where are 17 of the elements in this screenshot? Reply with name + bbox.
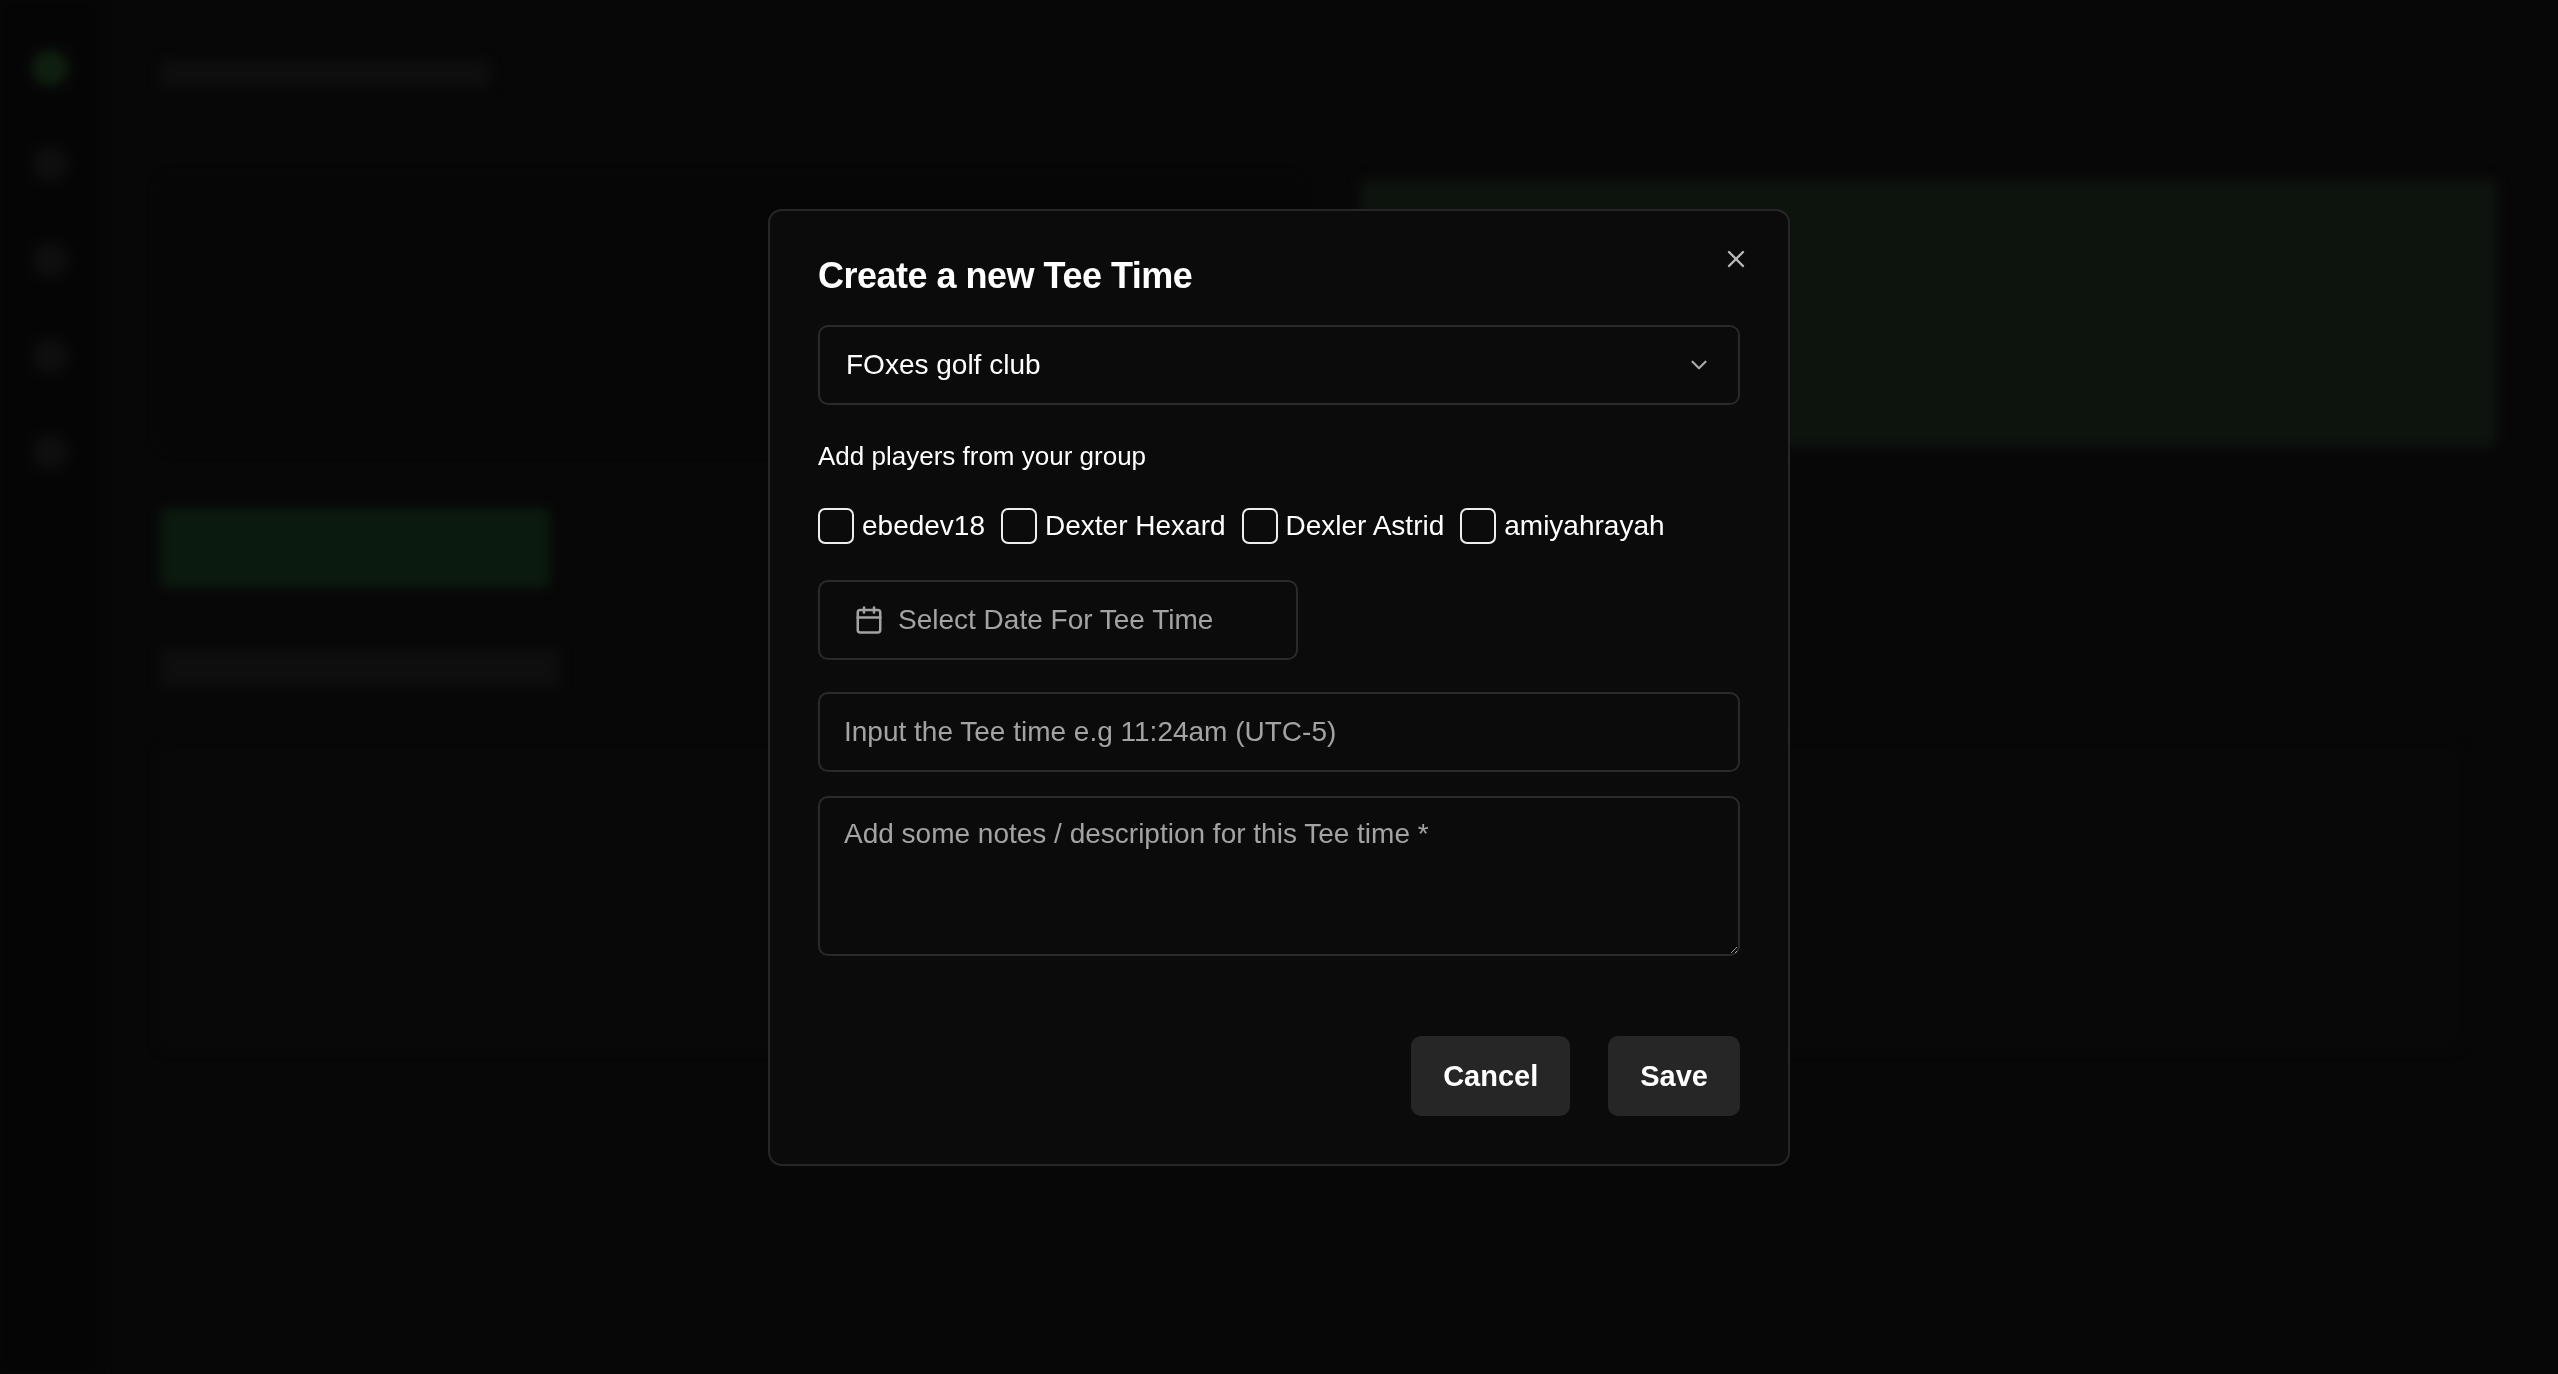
- tee-time-input[interactable]: Input the Tee time e.g 11:24am (UTC-5): [818, 692, 1740, 772]
- date-picker-button[interactable]: Select Date For Tee Time: [818, 580, 1298, 660]
- calendar-icon: [854, 605, 884, 635]
- player-name: Dexler Astrid: [1285, 510, 1445, 542]
- dialog-title: Create a new Tee Time: [818, 255, 1194, 297]
- players-label: Add players from your group: [818, 441, 1148, 472]
- player-name: Dexter Hexard: [1045, 510, 1226, 542]
- player-checkbox[interactable]: [1241, 508, 1278, 544]
- player-checkbox[interactable]: [818, 508, 854, 544]
- cancel-button[interactable]: Cancel: [1411, 1036, 1571, 1116]
- player-checkbox[interactable]: [1001, 508, 1037, 544]
- notes-textarea[interactable]: Add some notes / description for this Tee time *: [818, 796, 1740, 956]
- player-name: amiyahrayah: [1504, 510, 1665, 542]
- player-name: ebedev18: [862, 510, 985, 542]
- save-button[interactable]: Save: [1608, 1036, 1740, 1116]
- player-checkbox[interactable]: [1460, 508, 1497, 544]
- club-select[interactable]: FOxes golf club: [818, 325, 1740, 405]
